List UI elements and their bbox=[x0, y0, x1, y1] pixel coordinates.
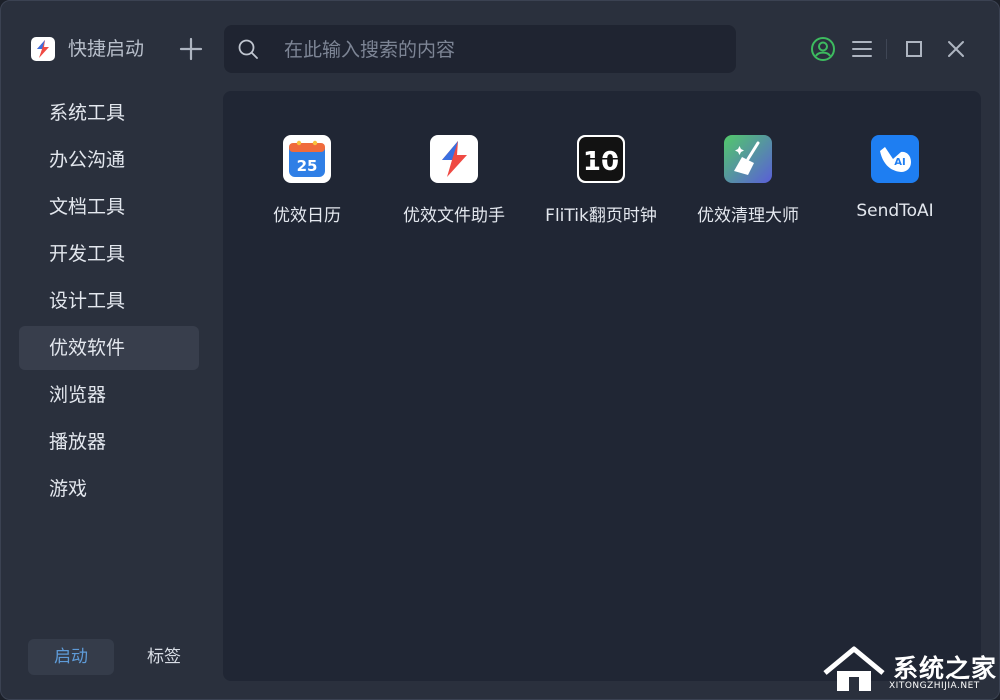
flip-clock-icon-text: 10 bbox=[583, 147, 619, 177]
flip-clock-icon: 10 bbox=[577, 135, 625, 183]
user-account-icon[interactable] bbox=[809, 35, 837, 63]
send-to-ai-icon: AI bbox=[871, 135, 919, 183]
sidebar-item-office[interactable]: 办公沟通 bbox=[19, 138, 199, 182]
sidebar-item-browsers[interactable]: 浏览器 bbox=[19, 373, 199, 417]
tab-tags[interactable]: 标签 bbox=[126, 639, 202, 675]
watermark-url: XITONGZHIJIA.NET bbox=[889, 681, 980, 691]
sidebar-item-players[interactable]: 播放器 bbox=[19, 420, 199, 464]
search-input[interactable] bbox=[282, 35, 726, 65]
menu-icon[interactable] bbox=[848, 35, 876, 63]
app-tile-cleaner[interactable]: 优效清理大师 bbox=[675, 131, 821, 231]
app-grid-panel: 25 优效日历 优效文件助手 10 FliTik翻页时钟 优效清理大师 AI S… bbox=[223, 91, 981, 681]
search-bar bbox=[224, 25, 736, 73]
watermark: 系统之家 XITONGZHIJIA.NET bbox=[821, 641, 997, 699]
search-icon bbox=[238, 39, 258, 59]
sidebar-item-system-tools[interactable]: 系统工具 bbox=[19, 91, 199, 135]
app-window: 快捷启动 系统工具 办公沟通 文档工具 开发工具 设计工具 优效软件 浏览器 播… bbox=[0, 0, 1000, 700]
sidebar: 系统工具 办公沟通 文档工具 开发工具 设计工具 优效软件 浏览器 播放器 游戏 bbox=[19, 91, 199, 514]
app-name: 优效日历 bbox=[273, 206, 341, 226]
title-divider bbox=[886, 39, 887, 59]
app-name: 优效文件助手 bbox=[403, 206, 505, 226]
close-icon[interactable] bbox=[942, 35, 970, 63]
app-name: SendToAI bbox=[856, 201, 934, 221]
watermark-text: 系统之家 bbox=[893, 654, 998, 683]
watermark-house-icon bbox=[823, 646, 885, 691]
app-title: 快捷启动 bbox=[68, 38, 145, 60]
sidebar-item-dev-tools[interactable]: 开发工具 bbox=[19, 232, 199, 276]
cleaner-icon bbox=[724, 135, 772, 183]
maximize-icon[interactable] bbox=[900, 35, 928, 63]
app-tile-calendar[interactable]: 25 优效日历 bbox=[234, 131, 380, 231]
sidebar-item-design-tools[interactable]: 设计工具 bbox=[19, 279, 199, 323]
app-name: FliTik翻页时钟 bbox=[545, 206, 657, 226]
app-tile-file-assistant[interactable]: 优效文件助手 bbox=[381, 131, 527, 231]
app-tile-flip-clock[interactable]: 10 FliTik翻页时钟 bbox=[528, 131, 674, 231]
app-tile-send-to-ai[interactable]: AI SendToAI bbox=[822, 131, 968, 231]
app-logo-icon bbox=[31, 37, 55, 61]
sidebar-item-youxiao-software[interactable]: 优效软件 bbox=[19, 326, 199, 370]
app-name: 优效清理大师 bbox=[697, 206, 799, 226]
calendar-icon-text: 25 bbox=[297, 157, 318, 175]
file-assistant-icon bbox=[430, 135, 478, 183]
send-to-ai-icon-text: AI bbox=[894, 157, 905, 168]
calendar-icon: 25 bbox=[283, 135, 331, 183]
add-button[interactable] bbox=[177, 35, 205, 63]
tab-launch[interactable]: 启动 bbox=[28, 639, 114, 675]
sidebar-item-document-tools[interactable]: 文档工具 bbox=[19, 185, 199, 229]
sidebar-item-games[interactable]: 游戏 bbox=[19, 467, 199, 511]
